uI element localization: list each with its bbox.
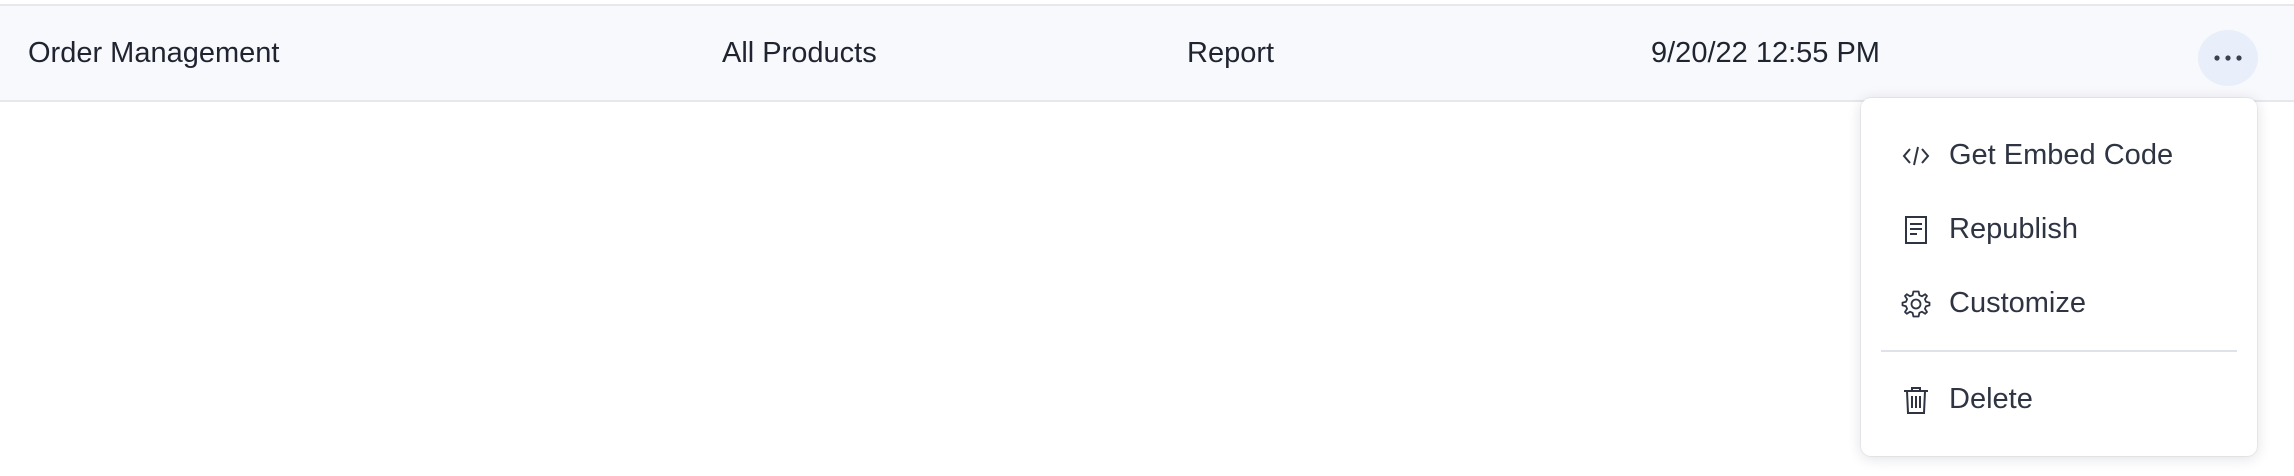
menu-divider — [1881, 350, 2237, 352]
menu-item-delete[interactable]: Delete — [1861, 368, 2257, 430]
menu-item-label: Get Embed Code — [1949, 139, 2174, 171]
menu-item-get-embed-code[interactable]: Get Embed Code — [1861, 124, 2257, 186]
menu-item-label: Republish — [1949, 213, 2078, 245]
row-date-cell: 9/20/22 12:55 PM — [1651, 37, 1880, 69]
row-type-cell: Report — [1187, 37, 1275, 69]
menu-item-label: Delete — [1949, 383, 2033, 415]
row-product-cell: All Products — [722, 37, 877, 69]
menu-item-customize[interactable]: Customize — [1861, 272, 2257, 334]
code-icon — [1901, 141, 1931, 171]
trash-icon — [1901, 385, 1931, 415]
more-horizontal-icon — [2214, 55, 2242, 61]
table-row[interactable]: Order Management All Products Report 9/2… — [0, 4, 2294, 102]
row-name-cell: Order Management — [28, 37, 280, 69]
document-icon — [1901, 215, 1931, 245]
page: Order Management All Products Report 9/2… — [0, 0, 2294, 476]
more-options-button[interactable] — [2198, 30, 2258, 86]
menu-item-republish[interactable]: Republish — [1861, 198, 2257, 260]
menu-item-label: Customize — [1949, 287, 2086, 319]
gear-icon — [1901, 289, 1931, 319]
